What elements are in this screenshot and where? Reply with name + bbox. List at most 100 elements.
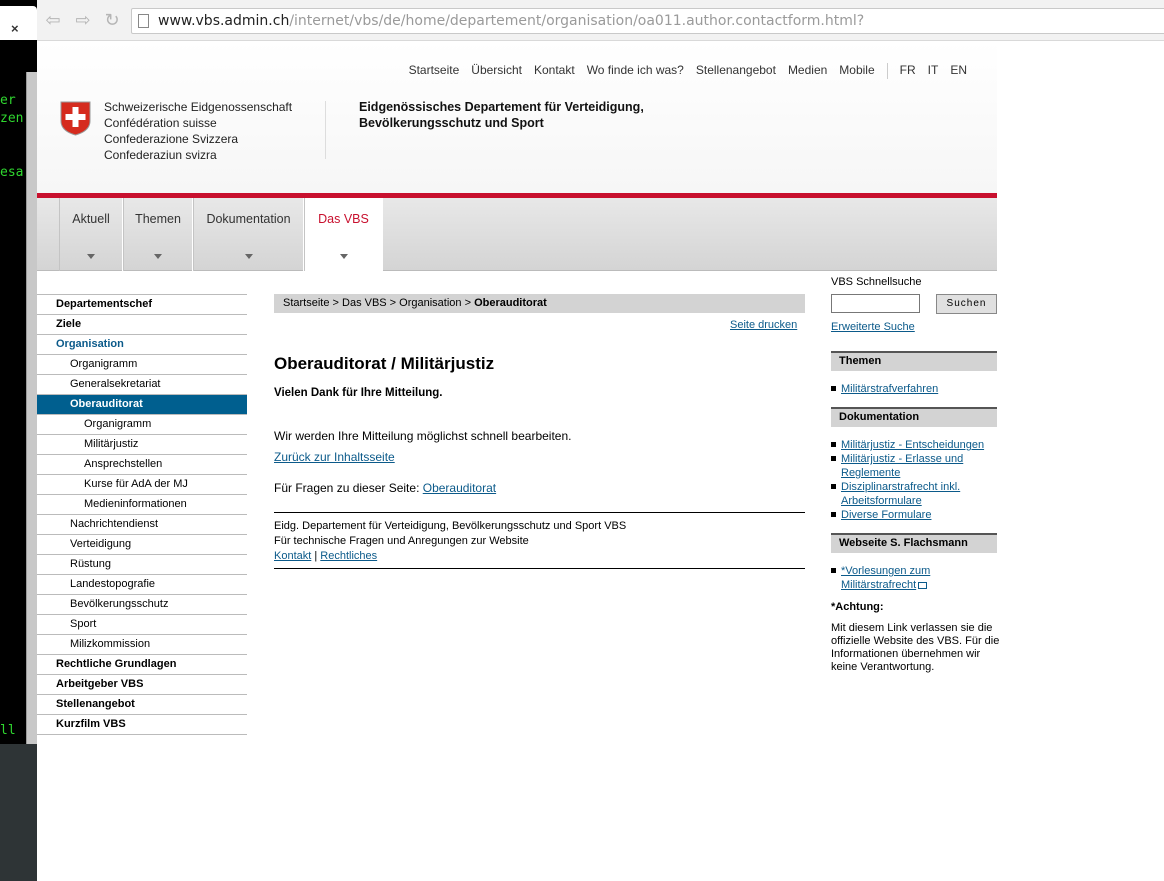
tab-aktuell[interactable]: Aktuell <box>59 198 123 271</box>
sidebar-item[interactable]: Ansprechstellen <box>37 455 247 475</box>
sidebar-item[interactable]: Milizkommission <box>37 635 247 655</box>
meta-link[interactable]: Stellenangebot <box>696 63 776 79</box>
meta-link[interactable]: Kontakt <box>534 63 575 79</box>
back-link[interactable]: Zurück zur Inhaltsseite <box>274 450 395 464</box>
tab-label: Aktuell <box>72 212 110 226</box>
meta-link[interactable]: Mobile <box>839 63 874 79</box>
department-line: Eidgenössisches Departement für Verteidi… <box>359 100 644 114</box>
language-link[interactable]: FR <box>900 63 916 79</box>
sidebar-link[interactable]: Disziplinarstrafrecht inkl. Arbeitsformu… <box>841 481 960 507</box>
content-footer: Eidg. Departement für Verteidigung, Bevö… <box>274 512 805 569</box>
questions-text: Für Fragen zu dieser Seite: <box>274 481 423 495</box>
sidebar-item[interactable]: Oberauditorat <box>37 395 247 415</box>
back-icon[interactable]: ⇦ <box>41 9 65 31</box>
sidebar-link[interactable]: Militärjustiz - Erlasse und Reglemente <box>841 453 963 479</box>
address-bar[interactable]: www.vbs.admin.ch/internet/vbs/de/home/de… <box>131 8 1164 34</box>
forward-icon[interactable]: ⇨ <box>71 9 95 31</box>
header-divider <box>325 101 326 159</box>
advanced-search-link[interactable]: Erweiterte Suche <box>831 321 915 333</box>
tab-das-vbs[interactable]: Das VBS <box>304 198 383 271</box>
meta-divider <box>886 63 888 79</box>
themen-heading: Themen <box>831 351 997 371</box>
confederation-names: Schweizerische Eidgenossenschaft Confédér… <box>104 99 292 163</box>
sidebar-item[interactable]: Medieninformationen <box>37 495 247 515</box>
sidebar-item[interactable]: Kurse für AdA der MJ <box>37 475 247 495</box>
sidebar-item[interactable]: Kurzfilm VBS <box>37 715 247 735</box>
tab-label: Das VBS <box>318 212 369 226</box>
tab-themen[interactable]: Themen <box>123 198 193 271</box>
questions-line: Für Fragen zu dieser Seite: Oberauditora… <box>274 481 496 495</box>
search-input[interactable] <box>831 294 920 313</box>
sidebar-item[interactable]: Nachrichtendienst <box>37 515 247 535</box>
sidebar-item[interactable]: Rüstung <box>37 555 247 575</box>
terminal-tab[interactable]: × <box>0 6 37 40</box>
breadcrumb-current: Oberauditorat <box>474 297 547 309</box>
meta-link[interactable]: Übersicht <box>471 63 522 79</box>
left-navigation: Departementschef Ziele Organisation Organig… <box>37 294 247 735</box>
chevron-down-icon <box>154 254 162 259</box>
list-item: Militärstrafverfahren <box>831 382 997 396</box>
reload-icon[interactable]: ↻ <box>100 9 124 31</box>
sidebar-item[interactable]: Stellenangebot <box>37 695 247 715</box>
meta-link[interactable]: Wo finde ich was? <box>587 63 684 79</box>
footer-department: Eidg. Departement für Verteidigung, Bevö… <box>274 520 627 532</box>
chevron-down-icon <box>87 254 95 259</box>
confederation-line: Confederazione Svizzera <box>104 132 239 146</box>
sidebar-item[interactable]: Verteidigung <box>37 535 247 555</box>
sidebar-item[interactable]: Arbeitgeber VBS <box>37 675 247 695</box>
swiss-cross-logo[interactable] <box>60 101 91 136</box>
sidebar-item[interactable]: Landestopografie <box>37 575 247 595</box>
web-page: Startseite Übersicht Kontakt Wo finde ich w… <box>37 41 999 881</box>
sidebar-link[interactable]: *Vorlesungen zum Militärstrafrecht <box>841 565 930 591</box>
close-icon[interactable]: × <box>11 21 19 36</box>
themen-list: Militärstrafverfahren <box>831 382 997 396</box>
list-item: Diverse Formulare <box>831 508 997 522</box>
print-link[interactable]: Seite drucken <box>730 319 797 331</box>
sidebar-link[interactable]: Diverse Formulare <box>841 509 931 521</box>
desktop-background <box>0 744 37 881</box>
webseite-heading: Webseite S. Flachsmann <box>831 533 997 553</box>
tab-label: Themen <box>135 212 181 226</box>
confederation-line: Schweizerische Eidgenossenschaft <box>104 100 293 114</box>
sidebar-item[interactable]: Organigramm <box>37 415 247 435</box>
chevron-down-icon <box>339 254 348 259</box>
sidebar-link[interactable]: Militärjustiz - Entscheidungen <box>841 439 984 451</box>
breadcrumb-path[interactable]: Startseite > Das VBS > Organisation > <box>283 297 474 309</box>
footer-legal-link[interactable]: Rechtliches <box>320 550 377 562</box>
sidebar-item[interactable]: Organisation <box>37 335 247 355</box>
sidebar-item[interactable]: Sport <box>37 615 247 635</box>
language-link[interactable]: EN <box>950 63 967 79</box>
sidebar-item[interactable]: Departementschef <box>37 295 247 315</box>
terminal-window: × er zen esa ll <box>0 0 37 881</box>
site-header: Startseite Übersicht Kontakt Wo finde ich w… <box>37 41 997 193</box>
terminal-scrollbar[interactable] <box>26 72 37 744</box>
dokumentation-list: Militärjustiz - Entscheidungen Militärjus… <box>831 438 997 522</box>
sidebar-item[interactable]: Organigramm <box>37 355 247 375</box>
main-navigation: Aktuell Themen Dokumentation Das VBS <box>37 198 997 271</box>
url-text[interactable]: www.vbs.admin.ch/internet/vbs/de/home/de… <box>158 13 864 29</box>
tab-label: Dokumentation <box>206 212 291 226</box>
page-icon <box>138 14 149 28</box>
sidebar-item[interactable]: Rechtliche Grundlagen <box>37 655 247 675</box>
external-link-icon <box>918 581 928 589</box>
tab-dokumentation[interactable]: Dokumentation <box>193 198 304 271</box>
sidebar-link[interactable]: Militärstrafverfahren <box>841 383 938 395</box>
sidebar-item[interactable]: Ziele <box>37 315 247 335</box>
footer-contact-link[interactable]: Kontakt <box>274 550 311 562</box>
list-item: Militärjustiz - Erlasse und Reglemente <box>831 452 997 480</box>
sidebar-item[interactable]: Generalsekretariat <box>37 375 247 395</box>
questions-link[interactable]: Oberauditorat <box>423 481 496 495</box>
meta-link[interactable]: Medien <box>788 63 827 79</box>
thanks-message: Vielen Dank für Ihre Mitteilung. <box>274 387 443 399</box>
language-link[interactable]: IT <box>928 63 939 79</box>
sidebar-item[interactable]: Militärjustiz <box>37 435 247 455</box>
search-button[interactable]: Suchen <box>936 294 997 314</box>
meta-link[interactable]: Startseite <box>409 63 460 79</box>
terminal-line: ll <box>0 723 16 738</box>
confederation-line: Confédération suisse <box>104 116 217 130</box>
footer-separator: | <box>311 550 321 562</box>
chevron-down-icon <box>244 254 253 259</box>
terminal-line: esa <box>0 165 24 180</box>
browser-toolbar: ⇦ ⇨ ↻ www.vbs.admin.ch/internet/vbs/de/h… <box>37 0 1164 41</box>
sidebar-item[interactable]: Bevölkerungsschutz <box>37 595 247 615</box>
